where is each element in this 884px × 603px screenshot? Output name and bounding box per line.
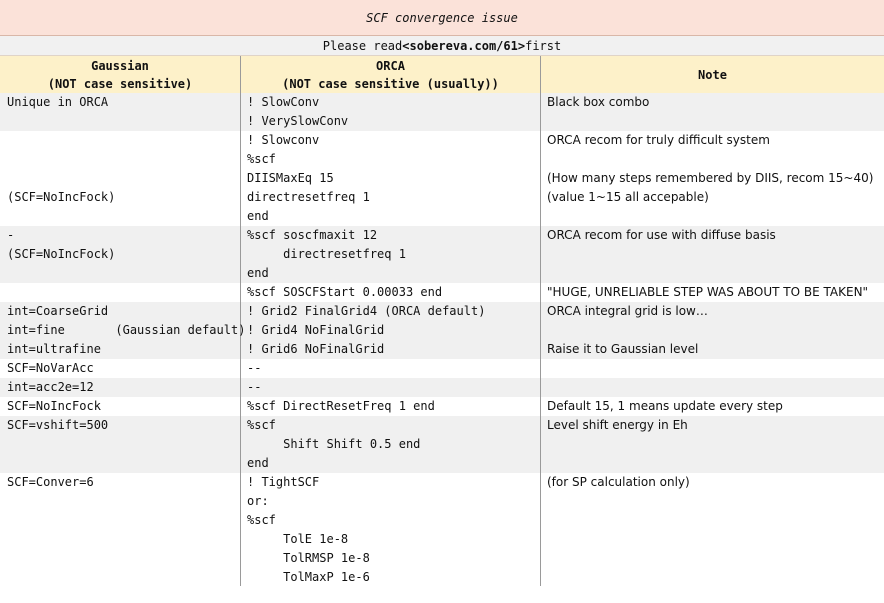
cell-note: ORCA recom for truly difficult system: [547, 133, 770, 147]
band-vshift: [0, 416, 884, 473]
cell-note: (How many steps remembered by DIIS, reco…: [547, 171, 874, 185]
cell-orca: %scf DirectResetFreq 1 end: [247, 399, 435, 413]
cell-orca: --: [247, 361, 262, 375]
notice-prefix: Please read: [322, 38, 403, 53]
band-slowconv: [0, 93, 884, 131]
cell-orca: ! SlowConv: [247, 95, 320, 109]
cell-note: "HUGE, UNRELIABLE STEP WAS ABOUT TO BE T…: [547, 285, 869, 299]
cell-gaussian: int=acc2e=12: [7, 380, 94, 394]
header-gaussian-title: Gaussian: [91, 58, 149, 73]
cell-gaussian: (SCF=NoIncFock): [7, 247, 116, 261]
cell-orca: %scf SOSCFStart 0.00033 end: [247, 285, 443, 299]
cell-gaussian: (SCF=NoIncFock): [7, 190, 116, 204]
cell-orca: directresetfreq 1: [247, 247, 406, 261]
cell-gaussian: SCF=Conver=6: [7, 475, 94, 489]
cell-note: ORCA recom for use with diffuse basis: [547, 228, 776, 242]
cell-orca: --: [247, 380, 262, 394]
cell-gaussian: SCF=NoIncFock: [7, 399, 101, 413]
cell-note: Black box combo: [547, 95, 650, 109]
cell-orca: end: [247, 209, 269, 223]
header-orca: ORCA (NOT case sensitive (usually)): [241, 56, 540, 93]
cell-orca: TolMaxP 1e-6: [247, 570, 370, 584]
cell-orca: ! Grid4 NoFinalGrid: [247, 323, 385, 337]
reading-notice: Please read <sobereva.com/61> first: [0, 36, 884, 56]
column-divider-2: [540, 56, 541, 586]
cell-note: (value 1~15 all accepable): [547, 190, 709, 204]
cell-orca: ! Grid2 FinalGrid4 (ORCA default): [247, 304, 486, 318]
cell-gaussian: int=fine (Gaussian default): [7, 323, 246, 337]
cell-orca: %scf soscfmaxit 12: [247, 228, 378, 242]
header-orca-sub: (NOT case sensitive (usually)): [282, 76, 499, 91]
cell-orca: end: [247, 266, 269, 280]
header-note-title: Note: [698, 67, 727, 82]
cell-orca: Shift Shift 0.5 end: [247, 437, 421, 451]
header-gaussian: Gaussian (NOT case sensitive): [0, 56, 240, 93]
cell-orca: %scf: [247, 513, 276, 527]
cell-orca: directresetfreq 1: [247, 190, 370, 204]
cell-orca: TolE 1e-8: [247, 532, 349, 546]
notice-suffix: first: [525, 38, 562, 53]
band-acc2e: [0, 378, 884, 397]
header-note: Note: [541, 56, 884, 93]
cell-orca: or:: [247, 494, 269, 508]
header-gaussian-sub: (NOT case sensitive): [47, 76, 193, 91]
cell-orca: ! TightSCF: [247, 475, 320, 489]
cell-note: Default 15, 1 means update every step: [547, 399, 783, 413]
notice-link[interactable]: <sobereva.com/61>: [402, 39, 525, 53]
cell-gaussian: int=ultrafine: [7, 342, 101, 356]
cell-note: Raise it to Gaussian level: [547, 342, 699, 356]
sheet-title: SCF convergence issue: [0, 0, 884, 36]
cell-gaussian: SCF=NoVarAcc: [7, 361, 94, 375]
cell-orca: %scf: [247, 418, 276, 432]
cell-orca: ! VerySlowConv: [247, 114, 349, 128]
cell-gaussian: SCF=vshift=500: [7, 418, 109, 432]
cell-orca: ! Grid6 NoFinalGrid: [247, 342, 385, 356]
cell-gaussian: -: [7, 228, 15, 242]
cell-orca: end: [247, 456, 269, 470]
cell-orca: %scf: [247, 152, 276, 166]
cell-gaussian: Unique in ORCA: [7, 95, 109, 109]
cell-note: Level shift energy in Eh: [547, 418, 688, 432]
cell-orca: TolRMSP 1e-8: [247, 551, 370, 565]
cell-gaussian: int=CoarseGrid: [7, 304, 109, 318]
header-orca-title: ORCA: [376, 58, 405, 73]
cell-note: ORCA integral grid is low…: [547, 304, 708, 318]
cell-orca: ! Slowconv: [247, 133, 320, 147]
sheet-title-text: SCF convergence issue: [366, 10, 518, 25]
cell-orca: DIISMaxEq 15: [247, 171, 334, 185]
cell-note: (for SP calculation only): [547, 475, 690, 489]
